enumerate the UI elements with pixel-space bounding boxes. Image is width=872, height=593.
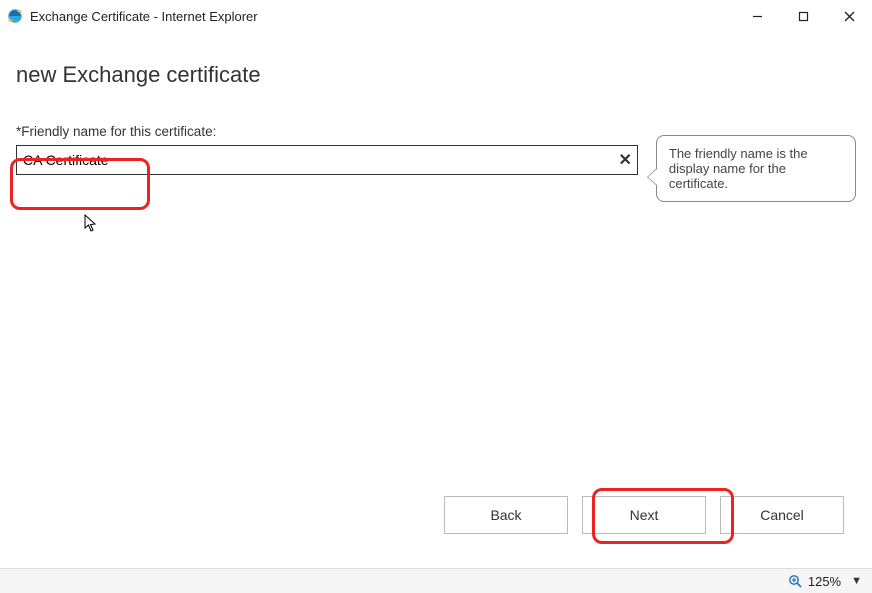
back-button[interactable]: Back [444, 496, 568, 534]
friendly-name-field[interactable] [16, 145, 638, 175]
zoom-dropdown-icon[interactable]: ▼ [851, 575, 862, 587]
status-bar: 125% ▼ [0, 568, 872, 593]
maximize-button[interactable] [780, 0, 826, 32]
internet-explorer-icon [6, 7, 24, 25]
minimize-button[interactable] [734, 0, 780, 32]
page-content: new Exchange certificate *Friendly name … [0, 32, 872, 202]
window-titlebar: Exchange Certificate - Internet Explorer [0, 0, 872, 32]
zoom-icon[interactable] [788, 574, 802, 588]
cancel-button[interactable]: Cancel [720, 496, 844, 534]
window-title: Exchange Certificate - Internet Explorer [30, 9, 258, 24]
close-button[interactable] [826, 0, 872, 32]
wizard-footer: Back Next Cancel [0, 496, 872, 534]
page-title: new Exchange certificate [16, 62, 856, 88]
clear-input-icon[interactable]: ✕ [618, 150, 631, 170]
tooltip-text: The friendly name is the display name fo… [669, 146, 808, 191]
friendly-name-input-wrap: ✕ [16, 145, 638, 175]
zoom-level[interactable]: 125% [808, 574, 841, 589]
next-button[interactable]: Next [582, 496, 706, 534]
mouse-cursor-icon [84, 214, 98, 234]
tooltip-bubble: The friendly name is the display name fo… [656, 135, 856, 202]
